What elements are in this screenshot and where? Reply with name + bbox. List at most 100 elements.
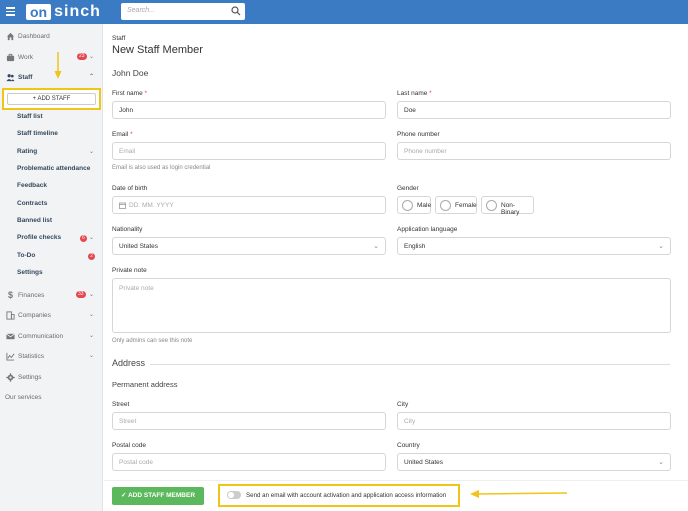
- gender-option-female[interactable]: Female: [435, 196, 477, 214]
- app-language-select[interactable]: English ⌄: [397, 237, 671, 255]
- city-label: City: [397, 401, 409, 408]
- work-badge: 23: [77, 53, 87, 60]
- postal-code-field[interactable]: Postal code: [112, 453, 386, 471]
- briefcase-icon: [6, 53, 15, 61]
- sidebar-item-label: Statistics: [18, 352, 45, 360]
- address-divider: [150, 364, 670, 365]
- email-placeholder: Email: [119, 148, 136, 155]
- sidebar-item-label: Our services: [5, 393, 42, 401]
- gear-icon: [6, 372, 15, 382]
- calendar-icon: [119, 202, 126, 209]
- sidebar-subitem-profile-checks[interactable]: Profile checks: [17, 234, 61, 241]
- first-name-label: First name *: [112, 90, 147, 97]
- logo-box: on: [26, 4, 52, 20]
- breadcrumb[interactable]: Staff: [112, 35, 125, 42]
- postal-code-label: Postal code: [112, 442, 146, 449]
- city-field[interactable]: City: [397, 412, 671, 430]
- radio-icon: [486, 200, 497, 211]
- radio-icon: [402, 200, 413, 211]
- chevron-down-icon: ⌄: [89, 353, 95, 359]
- chevron-down-icon: ⌄: [89, 292, 95, 298]
- sidebar-item-label: Communication: [18, 332, 64, 340]
- email-label-text: Email: [112, 131, 129, 138]
- phone-placeholder: Phone number: [404, 148, 447, 155]
- app-language-label: Application language: [397, 226, 458, 233]
- sidebar-item-communication[interactable]: Communication ⌄: [0, 329, 103, 343]
- address-heading: Address: [112, 358, 146, 368]
- dob-field[interactable]: DD. MM. YYYY: [112, 196, 386, 214]
- first-name-field[interactable]: John: [112, 101, 386, 119]
- home-icon: [6, 32, 15, 40]
- sidebar-item-label: Work: [18, 53, 34, 61]
- sidebar-subitem-banned-list[interactable]: Banned list: [17, 217, 52, 224]
- send-email-toggle[interactable]: [227, 491, 241, 499]
- city-placeholder: City: [404, 418, 416, 425]
- logo[interactable]: on sinch: [26, 3, 101, 21]
- envelope-icon: [6, 333, 15, 339]
- send-email-toggle-highlight: Send an email with account activation an…: [218, 484, 460, 507]
- person-name-heading: John Doe: [112, 68, 149, 78]
- sidebar-item-label: Settings: [18, 373, 42, 381]
- first-name-label-text: First name: [112, 90, 143, 97]
- postal-code-placeholder: Postal code: [119, 459, 153, 466]
- country-select[interactable]: United States ⌄: [397, 453, 671, 471]
- chevron-down-icon: ⌄: [658, 243, 664, 250]
- hamburger-menu-icon[interactable]: [6, 7, 15, 16]
- sidebar-item-companies[interactable]: Companies ⌄: [0, 308, 103, 322]
- chevron-down-icon: ⌄: [89, 312, 95, 318]
- email-label: Email *: [112, 131, 133, 138]
- sidebar-item-label: Dashboard: [18, 32, 50, 40]
- private-note-hint: Only admins can see this note: [112, 338, 193, 344]
- email-hint: Email is also used as login credential: [112, 165, 211, 171]
- sidebar-item-work[interactable]: Work 23 ⌄: [0, 50, 103, 64]
- app-language-value: English: [404, 243, 426, 250]
- sidebar-subitem-feedback[interactable]: Feedback: [17, 182, 47, 189]
- gender-option-non-binary[interactable]: Non-Binary: [481, 196, 534, 216]
- street-label: Street: [112, 401, 130, 408]
- sidebar-item-settings[interactable]: Settings: [0, 370, 103, 384]
- sidebar-item-statistics[interactable]: Statistics ⌄: [0, 349, 103, 363]
- sidebar-subitem-settings[interactable]: Settings: [17, 269, 43, 276]
- add-staff-member-button[interactable]: ✓ ADD STAFF MEMBER: [112, 487, 204, 505]
- private-note-placeholder: Private note: [119, 285, 154, 292]
- street-field[interactable]: Street: [112, 412, 386, 430]
- gender-option-male[interactable]: Male: [397, 196, 431, 214]
- chevron-down-icon: ⌄: [89, 333, 95, 339]
- chevron-down-icon: ⌄: [658, 459, 664, 466]
- nationality-select[interactable]: United States ⌄: [112, 237, 386, 255]
- chevron-down-icon: ⌄: [89, 54, 95, 60]
- sidebar-subitem-problematic-attendance[interactable]: Problematic attendance: [17, 165, 90, 172]
- last-name-label: Last name *: [397, 90, 432, 97]
- gender-option-label: Male: [417, 202, 432, 209]
- search-icon[interactable]: [231, 6, 241, 16]
- sidebar-item-finances[interactable]: $ Finances 33 ⌄: [0, 288, 103, 302]
- sidebar-item-label: Companies: [18, 311, 51, 319]
- sidebar-subitem-rating[interactable]: Rating: [17, 148, 37, 155]
- sidebar-subitem-staff-list[interactable]: Staff list: [17, 113, 43, 120]
- private-note-textarea[interactable]: Private note: [112, 278, 671, 333]
- dob-placeholder: DD. MM. YYYY: [129, 202, 174, 209]
- sidebar-subitem-contracts[interactable]: Contracts: [17, 200, 47, 207]
- required-marker: *: [429, 90, 432, 97]
- last-name-label-text: Last name: [397, 90, 428, 97]
- search-input[interactable]: Search...: [121, 3, 245, 20]
- sidebar-item-dashboard[interactable]: Dashboard: [0, 29, 103, 43]
- gender-option-label: Non-Binary: [501, 202, 520, 216]
- sidebar-item-staff[interactable]: Staff ⌃: [0, 70, 103, 84]
- sidebar-subitem-todo[interactable]: To-Do: [17, 252, 35, 259]
- dollar-icon: $: [7, 289, 13, 300]
- gender-option-label: Female: [455, 202, 477, 209]
- footer-divider: [104, 480, 688, 481]
- logo-text: sinch: [54, 3, 101, 20]
- add-staff-button[interactable]: + ADD STAFF: [7, 93, 96, 105]
- sidebar-item-label: Finances: [18, 291, 45, 299]
- sidebar-item-our-services[interactable]: Our services: [0, 390, 103, 404]
- phone-field[interactable]: Phone number: [397, 142, 671, 160]
- required-marker: *: [144, 90, 148, 97]
- email-field[interactable]: Email: [112, 142, 386, 160]
- top-bar: on sinch Search...: [0, 0, 688, 24]
- sidebar-subitem-staff-timeline[interactable]: Staff timeline: [17, 130, 58, 137]
- users-icon: [6, 73, 15, 81]
- search-placeholder: Search...: [127, 7, 156, 14]
- last-name-field[interactable]: Doe: [397, 101, 671, 119]
